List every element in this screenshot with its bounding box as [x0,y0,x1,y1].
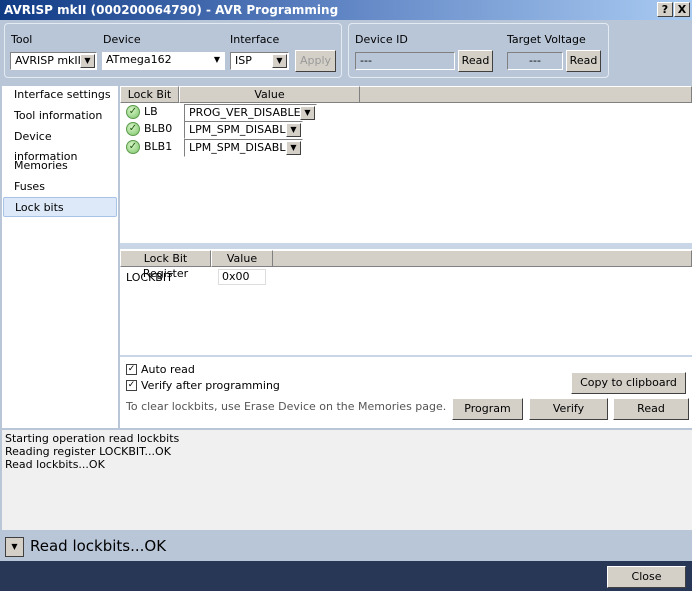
device-id-read-button[interactable]: Read [458,50,493,72]
chevron-down-icon: ▼ [272,54,287,68]
check-icon: ✓ [126,140,140,154]
lockbit-value: LPM_SPM_DISABLE [189,123,293,136]
verify-button[interactable]: Verify [529,398,608,420]
device-select[interactable]: ATmega162 ▼ [102,52,225,70]
voltage-field: --- [507,52,563,70]
tool-select[interactable]: AVRISP mkII ▼ [10,52,97,70]
lockbit-value: LPM_SPM_DISABLE [189,141,293,154]
close-button[interactable]: Close [607,566,686,588]
sidebar-item-lock-bits[interactable]: Lock bits [3,197,117,217]
lockbit-name: LB [144,105,158,118]
footer [0,561,692,591]
copy-to-clipboard-button[interactable]: Copy to clipboard [571,372,686,394]
read-button[interactable]: Read [613,398,689,420]
log-output[interactable]: Starting operation read lockbits Reading… [2,430,692,530]
chevron-down-icon: ▼ [11,542,18,551]
lockbit-name: BLB1 [144,140,173,153]
window-title: AVRISP mkII (000200064790) - AVR Program… [0,0,692,20]
auto-read-label: Auto read [141,363,195,376]
log-line: Starting operation read lockbits [5,432,180,445]
register-value-field[interactable]: 0x00 [218,269,266,285]
lockbit-value-select[interactable]: LPM_SPM_DISABLE ▼ [184,121,303,139]
chevron-down-icon: ▼ [286,123,301,137]
sidebar-item-tool-information[interactable]: Tool information [10,106,116,126]
device-id-label: Device ID [355,33,408,46]
column-header-register-value[interactable]: Value [211,250,273,267]
column-header-lock-bit[interactable]: Lock Bit [120,86,179,103]
device-id-field: --- [355,52,455,70]
lockbit-value: PROG_VER_DISABLED [189,106,310,119]
auto-read-checkbox[interactable]: ✓ [126,364,137,375]
lockbit-name: BLB0 [144,122,173,135]
help-button[interactable]: ? [657,2,673,17]
device-value: ATmega162 [106,53,172,66]
chevron-down-icon: ▼ [300,106,315,120]
tool-value: AVRISP mkII [15,54,81,67]
voltage-read-button[interactable]: Read [566,50,601,72]
sidebar-item-interface-settings[interactable]: Interface settings [10,85,116,105]
sidebar-item-memories[interactable]: Memories [10,156,116,176]
lockbit-value-select[interactable]: PROG_VER_DISABLED ▼ [184,104,317,122]
tool-label: Tool [11,33,33,46]
close-window-button[interactable]: X [674,2,690,17]
register-name: LOCKBIT [126,271,173,284]
sidebar-item-device-information[interactable]: Device information [10,127,116,163]
voltage-label: Target Voltage [507,33,586,46]
hint-text: To clear lockbits, use Erase Device on t… [126,400,447,413]
interface-label: Interface [230,33,280,46]
chevron-down-icon: ▼ [80,54,95,68]
log-line: Reading register LOCKBIT...OK [5,445,171,458]
verify-checkbox[interactable]: ✓ [126,380,137,391]
device-label: Device [103,33,141,46]
column-header-value[interactable]: Value [179,86,360,103]
verify-label: Verify after programming [141,379,280,392]
check-icon: ✓ [126,122,140,136]
status-text: Read lockbits...OK [30,537,167,555]
interface-value: ISP [235,54,252,67]
apply-button[interactable]: Apply [295,50,336,72]
log-line: Read lockbits...OK [5,458,105,471]
check-icon: ✓ [126,105,140,119]
expand-log-button[interactable]: ▼ [5,537,24,557]
interface-select[interactable]: ISP ▼ [230,52,289,70]
program-button[interactable]: Program [452,398,523,420]
chevron-down-icon: ▼ [213,55,220,64]
column-header-register[interactable]: Lock Bit Register [120,250,211,280]
sidebar-item-fuses[interactable]: Fuses [10,177,116,197]
lockbit-value-select[interactable]: LPM_SPM_DISABLE ▼ [184,139,303,157]
chevron-down-icon: ▼ [286,141,301,155]
